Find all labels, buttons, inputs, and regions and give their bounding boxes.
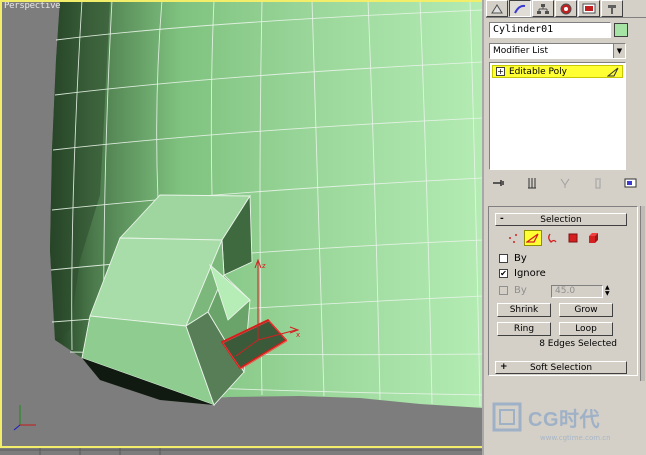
perspective-viewport[interactable]: z x Perspective <box>0 0 484 455</box>
by-angle-checkbox[interactable]: By <box>499 285 527 296</box>
edge-mode-button[interactable] <box>524 230 542 246</box>
edge-icon <box>526 233 539 243</box>
modifier-list-label: Modifier List <box>493 46 548 56</box>
tab-utilities[interactable] <box>601 0 623 17</box>
motion-icon <box>560 3 572 14</box>
stack-tools <box>490 172 640 194</box>
element-mode-button[interactable] <box>584 230 602 246</box>
subobject-modes <box>503 229 603 247</box>
cgtime-logo-icon <box>492 402 522 432</box>
vertex-icon <box>509 234 517 243</box>
angle-spinner-field[interactable]: 45.0 <box>551 285 603 298</box>
remove-modifier-icon[interactable] <box>589 175 607 191</box>
modifier-stack: + Editable Poly <box>489 62 626 170</box>
command-panel: Cylinder01 Modifier List ▼ + Editable Po… <box>486 0 646 455</box>
selection-status: 8 Edges Selected <box>539 339 617 349</box>
tab-create[interactable] <box>486 0 508 17</box>
tab-hierarchy[interactable] <box>532 0 554 17</box>
ignore-backfacing-checkbox[interactable]: ✔ Ignore <box>499 268 546 279</box>
display-icon <box>582 3 596 13</box>
by-vertex-checkbox[interactable]: By <box>499 253 527 264</box>
hierarchy-icon <box>537 3 549 14</box>
element-icon <box>589 233 598 243</box>
tab-motion[interactable] <box>555 0 577 17</box>
watermark-brand: CG时代 <box>528 408 600 431</box>
grow-button[interactable]: Grow <box>559 303 613 317</box>
soft-selection-title: Soft Selection <box>529 362 593 373</box>
svg-text:x: x <box>296 331 300 339</box>
ring-button[interactable]: Ring <box>497 322 551 336</box>
configure-modifier-sets-icon[interactable] <box>622 175 640 191</box>
loop-button[interactable]: Loop <box>559 322 613 336</box>
border-icon <box>548 233 557 243</box>
shrink-button[interactable]: Shrink <box>497 303 551 317</box>
object-color-swatch[interactable] <box>614 23 628 37</box>
spinner-arrows-icon[interactable]: ▲ ▼ <box>605 285 613 298</box>
selection-rollout-title: Selection <box>540 214 582 225</box>
show-end-result-icon[interactable] <box>523 175 541 191</box>
polygon-icon <box>568 233 578 243</box>
viewport-label[interactable]: Perspective <box>4 1 61 11</box>
soft-selection-rollout-header[interactable]: + Soft Selection <box>495 361 627 374</box>
selection-rollout: - Selection By ✔ Ignore By 45.0 ▲ ▼ Shri… <box>488 206 638 376</box>
chevron-down-icon[interactable]: ▼ <box>613 44 625 58</box>
border-mode-button[interactable] <box>544 230 562 246</box>
checkmark-icon: ✔ <box>499 269 508 278</box>
viewport-scene: z x <box>0 0 482 455</box>
watermark-site: www.cgtime.com.cn <box>540 434 611 442</box>
hammer-icon <box>608 4 616 14</box>
pin-stack-icon[interactable] <box>490 175 508 191</box>
create-icon <box>491 3 503 13</box>
cgtime-watermark: CG时代 <box>492 402 600 432</box>
tab-display[interactable] <box>578 0 600 17</box>
expand-icon[interactable]: + <box>496 67 505 76</box>
ignore-backfacing-label: Ignore <box>514 268 546 279</box>
selection-rollout-header[interactable]: - Selection <box>495 213 627 226</box>
panel-scrollbar[interactable] <box>640 206 645 381</box>
svg-text:z: z <box>262 262 266 270</box>
by-angle-label: By <box>514 285 527 296</box>
vertex-mode-button[interactable] <box>504 230 522 246</box>
edge-subobject-icon <box>607 67 619 77</box>
stack-item-editable-poly[interactable]: + Editable Poly <box>492 65 623 78</box>
polygon-mode-button[interactable] <box>564 230 582 246</box>
modify-icon <box>514 4 526 13</box>
by-vertex-label: By <box>514 253 527 264</box>
make-unique-icon[interactable] <box>556 175 574 191</box>
modifier-list-dropdown[interactable]: Modifier List ▼ <box>489 43 626 59</box>
command-panel-tabs <box>486 0 646 18</box>
stack-item-label: Editable Poly <box>509 66 567 77</box>
object-name-field[interactable]: Cylinder01 <box>489 22 611 38</box>
tab-modify[interactable] <box>509 0 531 17</box>
